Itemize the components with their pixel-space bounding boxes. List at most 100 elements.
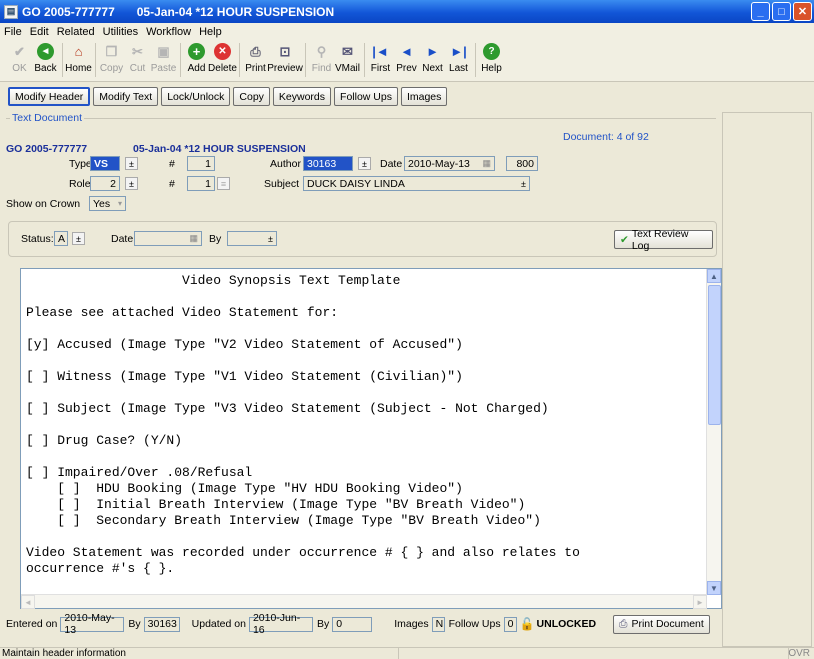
- hash-field-2[interactable]: 1: [187, 176, 215, 191]
- first-icon: |◄: [372, 44, 389, 59]
- occurrence-title: 05-Jan-04 *12 HOUR SUSPENSION: [133, 143, 306, 155]
- chevron-down-icon: ▾: [117, 199, 122, 208]
- hash-label-2: #: [169, 178, 175, 190]
- author-label: Author: [270, 158, 301, 170]
- copy-button[interactable]: ❐ Copy: [100, 40, 123, 75]
- status-date-label: Date: [111, 233, 134, 245]
- right-side-panel: [722, 112, 812, 647]
- scroll-left-icon[interactable]: ◄: [21, 595, 35, 609]
- role-field[interactable]: 2: [90, 176, 120, 191]
- toolbar-separator: [62, 43, 63, 77]
- images-button[interactable]: Images: [400, 87, 448, 106]
- paste-button[interactable]: ▣ Paste: [151, 40, 177, 75]
- text-review-log-button[interactable]: ✔ Text Review Log: [614, 227, 713, 252]
- next-icon: ►: [426, 44, 439, 59]
- updated-by-field: 0: [332, 616, 373, 632]
- close-button[interactable]: ✕: [793, 2, 812, 21]
- delete-button[interactable]: ✕ Delete: [208, 40, 237, 74]
- date-field[interactable]: 2010-May-13 ▦: [404, 156, 495, 171]
- last-button[interactable]: ►| Last: [447, 40, 470, 74]
- follow-ups-field: 0: [503, 616, 517, 632]
- home-icon: ⌂: [74, 44, 83, 59]
- help-icon: ?: [483, 43, 500, 60]
- hash-lookup-icon[interactable]: ≡: [217, 177, 230, 190]
- images-field: N: [431, 616, 445, 632]
- print-document-button[interactable]: ⎙ Print Document: [613, 614, 710, 634]
- by-field[interactable]: ±: [227, 231, 277, 246]
- type-dropdown-icon[interactable]: ±: [125, 157, 138, 170]
- cut-button[interactable]: ✂ Cut: [126, 40, 149, 75]
- horizontal-scrollbar[interactable]: ◄ ►: [21, 594, 707, 609]
- document-text[interactable]: Video Synopsis Text Template Please see …: [26, 273, 706, 609]
- subject-dropdown-icon[interactable]: ±: [521, 179, 526, 189]
- menu-utilities[interactable]: Utilities: [99, 26, 142, 38]
- follow-ups-button[interactable]: Follow Ups: [334, 87, 398, 106]
- window-subtitle: 05-Jan-04 *12 HOUR SUSPENSION: [136, 4, 335, 19]
- minimize-button[interactable]: _: [751, 2, 770, 21]
- footer-bar: Entered on 2010-May-13 By 30163 Updated …: [6, 612, 718, 636]
- toolbar-separator: [239, 43, 240, 77]
- check-icon: ✔: [620, 233, 629, 246]
- delete-icon: ✕: [214, 43, 231, 60]
- scroll-down-icon[interactable]: ▼: [707, 581, 721, 595]
- author-field[interactable]: 30163: [303, 156, 353, 171]
- find-button[interactable]: ⚲ Find: [310, 40, 333, 75]
- print-icon: ⎙: [619, 617, 628, 630]
- status-date-field[interactable]: ▦: [134, 231, 202, 246]
- menu-help[interactable]: Help: [195, 26, 226, 38]
- scroll-thumb[interactable]: [708, 285, 721, 425]
- subject-value: DUCK DAISY LINDA: [307, 177, 405, 190]
- status-bar: Maintain header information OVR: [0, 647, 814, 659]
- role-dropdown-icon[interactable]: ±: [125, 177, 138, 190]
- toolbar-separator: [180, 43, 181, 77]
- menu-workflow[interactable]: Workflow: [142, 26, 195, 38]
- home-button[interactable]: ⌂ Home: [65, 40, 92, 74]
- copy-action-button[interactable]: Copy: [233, 87, 270, 106]
- scroll-right-icon[interactable]: ►: [693, 595, 707, 609]
- text-review-log-label: Text Review Log: [631, 227, 689, 252]
- status-dropdown-icon[interactable]: ±: [72, 232, 85, 245]
- follow-ups-label: Follow Ups: [448, 618, 501, 630]
- keywords-button[interactable]: Keywords: [272, 87, 332, 106]
- menu-edit[interactable]: Edit: [26, 26, 53, 38]
- preview-button[interactable]: ⊡ Preview: [267, 40, 303, 75]
- help-button[interactable]: ? Help: [480, 40, 503, 74]
- status-field[interactable]: A: [54, 231, 68, 246]
- modify-header-button[interactable]: Modify Header: [8, 87, 91, 106]
- add-button[interactable]: + Add: [185, 40, 208, 74]
- ok-button[interactable]: ✔ OK: [8, 40, 31, 75]
- by-dropdown-icon[interactable]: ±: [268, 234, 273, 244]
- calendar-icon[interactable]: ▦: [189, 233, 198, 244]
- show-on-crown-select[interactable]: Yes ▾: [89, 196, 126, 211]
- entered-on-label: Entered on: [6, 618, 58, 630]
- menu-file[interactable]: File: [0, 26, 26, 38]
- images-label: Images: [394, 618, 429, 630]
- back-button[interactable]: ◄ Back: [34, 40, 57, 74]
- time-field[interactable]: 800: [506, 156, 538, 171]
- maximize-button[interactable]: □: [772, 2, 791, 21]
- hash-field[interactable]: 1: [187, 156, 215, 171]
- modify-text-button[interactable]: Modify Text: [93, 87, 159, 106]
- document-text-area[interactable]: Video Synopsis Text Template Please see …: [20, 268, 722, 609]
- overwrite-mode: OVR: [788, 648, 810, 659]
- vertical-scrollbar[interactable]: ▲ ▼: [706, 269, 721, 595]
- menu-related[interactable]: Related: [53, 26, 99, 38]
- vmail-button[interactable]: ✉ VMail: [335, 40, 360, 75]
- by-label: By: [209, 233, 222, 245]
- subject-field[interactable]: DUCK DAISY LINDA ±: [303, 176, 530, 191]
- prev-button[interactable]: ◄ Prev: [395, 40, 418, 74]
- type-field[interactable]: VS: [90, 156, 120, 171]
- scroll-up-icon[interactable]: ▲: [707, 269, 721, 283]
- lock-unlock-button[interactable]: Lock/Unlock: [161, 87, 231, 106]
- toolbar-separator: [475, 43, 476, 77]
- next-button[interactable]: ► Next: [421, 40, 444, 74]
- print-button[interactable]: ⎙ Print: [244, 40, 267, 75]
- calendar-icon[interactable]: ▦: [482, 158, 491, 169]
- group-divider: [6, 118, 716, 119]
- status-message: Maintain header information: [2, 648, 126, 659]
- author-dropdown-icon[interactable]: ±: [358, 157, 371, 170]
- first-button[interactable]: |◄ First: [369, 40, 392, 74]
- window-title: GO 2005-777777: [22, 4, 115, 19]
- paste-icon: ▣: [157, 43, 170, 59]
- document-counter: Document: 4 of 92: [563, 131, 649, 143]
